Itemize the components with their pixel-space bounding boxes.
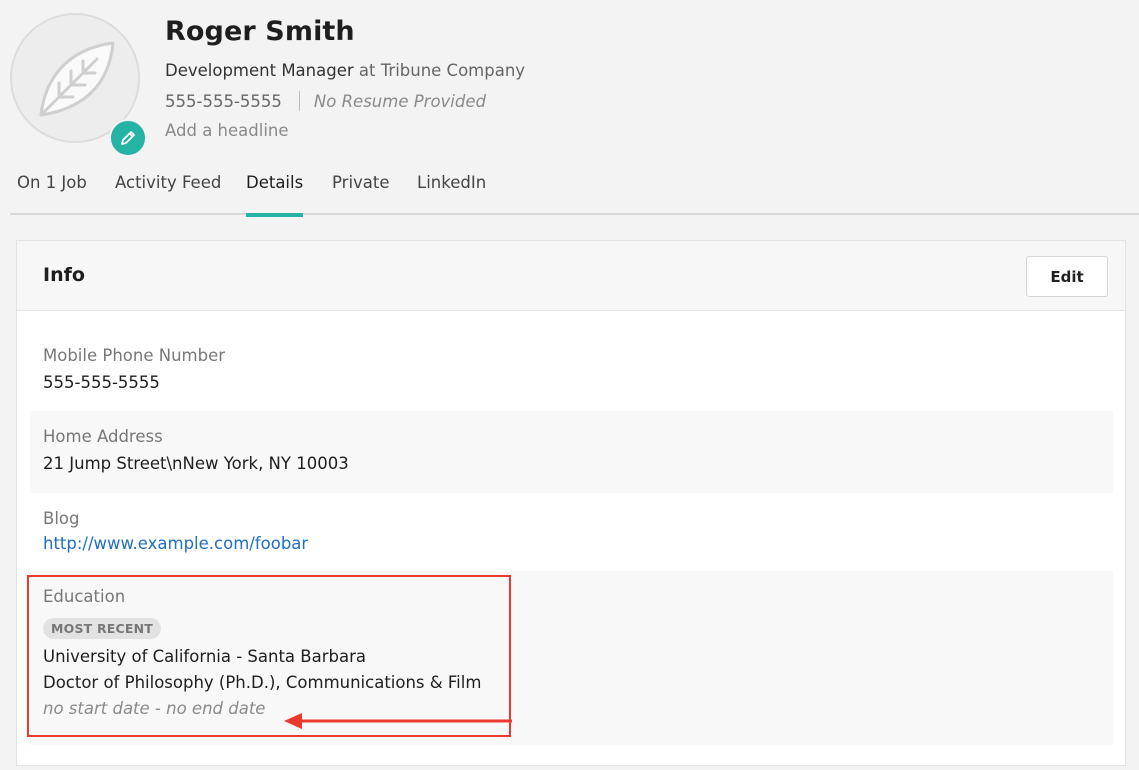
tab-on-job[interactable]: On 1 Job	[17, 173, 87, 215]
most-recent-badge: MOST RECENT	[43, 618, 162, 639]
info-card: Info Edit Mobile Phone Number 555-555-55…	[16, 240, 1126, 766]
tab-linkedin[interactable]: LinkedIn	[417, 173, 486, 215]
avatar-edit-button[interactable]	[109, 119, 147, 157]
job-line: Development Manager at Tribune Company	[165, 61, 525, 80]
mobile-phone-label: Mobile Phone Number	[43, 346, 226, 365]
profile-tabs: On 1 Job Activity Feed Details Private L…	[10, 160, 1139, 217]
home-address-field: Home Address 21 Jump Street\nNew York, N…	[30, 411, 1113, 493]
mobile-phone-field: Mobile Phone Number 555-555-5555	[30, 337, 1113, 409]
education-school: University of California - Santa Barbara	[43, 647, 366, 666]
pencil-icon	[121, 131, 135, 145]
at-word: at	[358, 61, 376, 80]
education-label: Education	[43, 587, 126, 606]
company-name: Tribune Company	[380, 61, 526, 80]
arrow-left-icon	[284, 713, 512, 729]
edit-button[interactable]: Edit	[1026, 256, 1108, 297]
education-degree: Doctor of Philosophy (Ph.D.), Communicat…	[43, 673, 482, 692]
mobile-phone-value: 555-555-5555	[43, 373, 160, 392]
contact-line: 555-555-5555 No Resume Provided	[165, 91, 486, 111]
home-address-value: 21 Jump Street\nNew York, NY 10003	[43, 454, 349, 473]
leaf-icon	[39, 41, 115, 117]
job-title: Development Manager	[165, 61, 354, 80]
tab-details[interactable]: Details	[246, 173, 304, 217]
education-field: Education MOST RECENT University of Cali…	[30, 571, 1113, 745]
tab-activity-feed[interactable]: Activity Feed	[115, 173, 221, 215]
blog-link[interactable]: http://www.example.com/foobar	[43, 534, 1113, 553]
candidate-name: Roger Smith	[165, 16, 355, 47]
header-phone: 555-555-5555	[165, 91, 282, 111]
tab-private[interactable]: Private	[332, 173, 390, 215]
blog-label: Blog	[43, 509, 80, 528]
blog-field: Blog http://www.example.com/foobar	[30, 495, 1113, 569]
info-card-header: Info Edit	[17, 241, 1125, 311]
education-dates: no start date - no end date	[43, 699, 266, 718]
avatar	[10, 13, 147, 157]
add-headline-link[interactable]: Add a headline	[165, 121, 289, 140]
home-address-label: Home Address	[43, 427, 163, 446]
divider	[298, 91, 300, 111]
resume-status: No Resume Provided	[313, 91, 486, 111]
info-card-title: Info	[43, 264, 85, 286]
